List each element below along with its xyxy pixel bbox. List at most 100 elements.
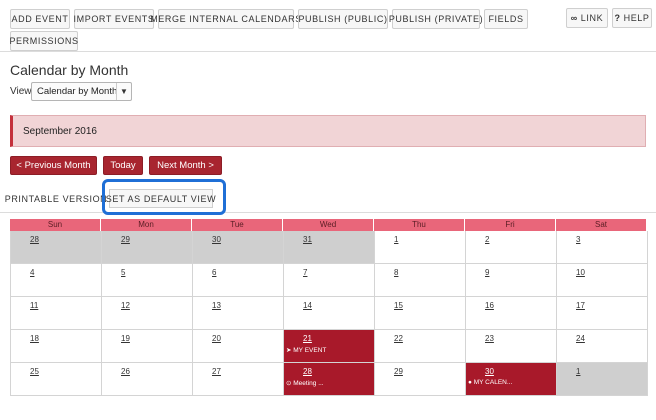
weekday-fri: Fri [465,219,556,231]
calendar-week-row: 25 26 27 28 ⊙ Meeting ... 29 30 ● MY CALEN... 1 [11,363,656,396]
link-button[interactable]: ∞ LINK [566,8,608,28]
calendar-day-cell[interactable]: 27 [193,363,284,396]
day-number-link[interactable]: 23 [485,334,494,343]
day-number-link[interactable]: 14 [303,301,312,310]
day-number-link[interactable]: 25 [30,367,39,376]
day-number-link[interactable]: 6 [212,268,216,277]
previous-month-button[interactable]: < Previous Month [10,156,97,175]
day-number-link[interactable]: 10 [576,268,585,277]
day-number-link[interactable]: 28 [30,235,39,244]
calendar-day-cell[interactable]: 23 [466,330,557,363]
calendar-event-link[interactable]: ➤ MY EVENT [286,346,326,354]
day-number-link[interactable]: 28 [303,367,312,376]
day-number-link[interactable]: 4 [30,268,34,277]
calendar-day-cell[interactable]: 8 [375,264,466,297]
day-number-link[interactable]: 19 [121,334,130,343]
publish-private-button[interactable]: PUBLISH (PRIVATE) [389,9,483,29]
day-number-link[interactable]: 30 [485,367,494,376]
help-button[interactable]: ? HELP [612,8,652,28]
calendar-event-link[interactable]: ⊙ Meeting ... [286,379,324,387]
day-number-link[interactable]: 21 [303,334,312,343]
day-number-link[interactable]: 17 [576,301,585,310]
day-number-link[interactable]: 29 [394,367,403,376]
today-button[interactable]: Today [103,156,143,175]
weekday-thu: Thu [374,219,465,231]
calendar-day-cell[interactable]: 29 [102,231,193,264]
calendar-day-cell[interactable]: 6 [193,264,284,297]
day-number-link[interactable]: 31 [303,235,312,244]
day-number-link[interactable]: 20 [212,334,221,343]
day-number-link[interactable]: 27 [212,367,221,376]
event-title: MY EVENT [293,347,327,354]
calendar-grid: 28 29 30 31 1 2 3 4 5 6 7 8 9 10 11 12 13 14 15 16 17 18 19 20 2… [10,231,656,396]
day-number-link[interactable]: 1 [576,367,580,376]
day-number-link[interactable]: 13 [212,301,221,310]
calendar-day-cell[interactable]: 3 [557,231,648,264]
calendar-day-cell[interactable]: 26 [102,363,193,396]
calendar-day-cell[interactable]: 7 [284,264,375,297]
calendar-day-cell[interactable]: 2 [466,231,557,264]
day-number-link[interactable]: 7 [303,268,307,277]
calendar-day-cell[interactable]: 28 ⊙ Meeting ... [284,363,375,396]
fields-button[interactable]: FIELDS [484,9,528,29]
calendar-day-cell[interactable]: 5 [102,264,193,297]
day-number-link[interactable]: 30 [212,235,221,244]
view-select[interactable]: Calendar by Month ▼ [31,82,132,101]
calendar-day-cell[interactable]: 20 [193,330,284,363]
day-number-link[interactable]: 15 [394,301,403,310]
calendar-day-cell[interactable]: 1 [375,231,466,264]
calendar-day-cell[interactable]: 30 ● MY CALEN... [466,363,557,396]
calendar-day-cell[interactable]: 31 [284,231,375,264]
highlight-outline [102,179,226,215]
calendar-day-cell[interactable]: 21 ➤ MY EVENT [284,330,375,363]
permissions-button[interactable]: PERMISSIONS [9,31,78,51]
calendar-day-cell[interactable]: 18 [11,330,102,363]
calendar-day-cell[interactable]: 17 [557,297,648,330]
publish-public-button[interactable]: PUBLISH (PUBLIC) [298,9,388,29]
day-number-link[interactable]: 18 [30,334,39,343]
day-number-link[interactable]: 12 [121,301,130,310]
day-number-link[interactable]: 22 [394,334,403,343]
day-number-link[interactable]: 26 [121,367,130,376]
calendar-day-cell[interactable]: 4 [11,264,102,297]
calendar-event-link[interactable]: ● MY CALEN... [468,379,512,386]
calendar-day-cell[interactable]: 1 [557,363,648,396]
day-number-link[interactable]: 2 [485,235,489,244]
view-label: View [10,86,32,97]
calendar-day-cell[interactable]: 15 [375,297,466,330]
calendar-day-cell[interactable]: 22 [375,330,466,363]
calendar-day-cell[interactable]: 28 [11,231,102,264]
calendar-day-cell[interactable]: 24 [557,330,648,363]
calendar-day-cell[interactable]: 10 [557,264,648,297]
day-number-link[interactable]: 29 [121,235,130,244]
day-number-link[interactable]: 11 [30,301,38,310]
calendar-day-cell[interactable]: 14 [284,297,375,330]
calendar-day-cell[interactable]: 16 [466,297,557,330]
day-number-link[interactable]: 8 [394,268,398,277]
help-icon: ? [614,13,621,23]
printable-version-button[interactable]: PRINTABLE VERSION [5,189,107,208]
calendar-week-row: 11 12 13 14 15 16 17 [11,297,656,330]
day-number-link[interactable]: 9 [485,268,489,277]
calendar-day-cell[interactable]: 13 [193,297,284,330]
link-label: LINK [580,13,604,23]
calendar-day-cell[interactable]: 11 [11,297,102,330]
calendar-day-cell[interactable]: 30 [193,231,284,264]
link-icon: ∞ [570,13,578,23]
calendar-day-cell[interactable]: 12 [102,297,193,330]
toolbar: ADD EVENT IMPORT EVENTS MERGE INTERNAL C… [0,0,656,52]
calendar-day-cell[interactable]: 19 [102,330,193,363]
day-number-link[interactable]: 24 [576,334,585,343]
import-events-button[interactable]: IMPORT EVENTS [74,9,154,29]
day-number-link[interactable]: 1 [394,235,398,244]
day-number-link[interactable]: 16 [485,301,494,310]
next-month-button[interactable]: Next Month > [149,156,222,175]
calendar-day-cell[interactable]: 29 [375,363,466,396]
add-event-button[interactable]: ADD EVENT [10,9,70,29]
weekday-wed: Wed [283,219,374,231]
day-number-link[interactable]: 5 [121,268,125,277]
day-number-link[interactable]: 3 [576,235,580,244]
calendar-day-cell[interactable]: 9 [466,264,557,297]
merge-internal-calendars-button[interactable]: MERGE INTERNAL CALENDARS [150,9,301,29]
calendar-day-cell[interactable]: 25 [11,363,102,396]
